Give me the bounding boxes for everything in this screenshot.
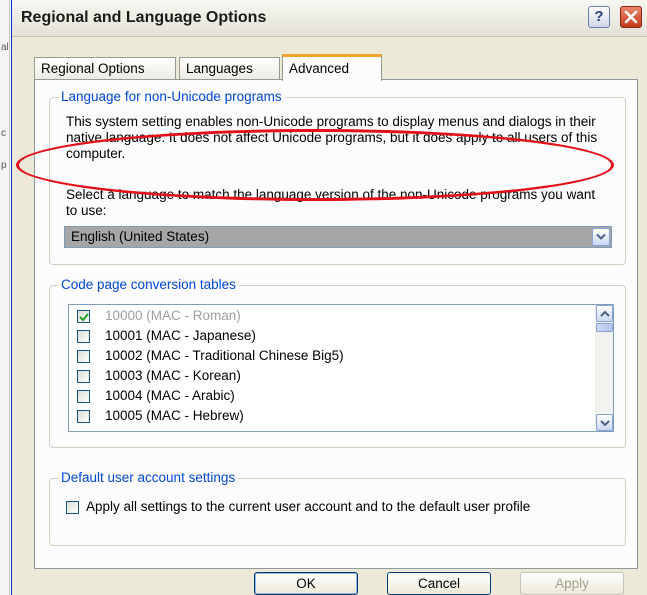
edge-text-3: p	[1, 160, 7, 171]
code-page-checkbox[interactable]	[77, 350, 90, 363]
chevron-down-icon	[600, 420, 610, 427]
code-page-label: 10002 (MAC - Traditional Chinese Big5)	[105, 348, 344, 363]
code-page-label: 10003 (MAC - Korean)	[105, 368, 241, 383]
code-page-checkbox[interactable]	[77, 390, 90, 403]
tab-languages[interactable]: Languages	[179, 57, 280, 79]
code-page-checkbox[interactable]	[77, 410, 90, 423]
code-page-legend: Code page conversion tables	[58, 277, 239, 292]
regional-language-dialog: Regional and Language Options ? Regional…	[11, 0, 647, 595]
code-page-label: 10004 (MAC - Arabic)	[105, 388, 235, 403]
tab-regional-options[interactable]: Regional Options	[34, 57, 176, 79]
code-page-checkbox[interactable]	[77, 330, 90, 343]
code-page-label: 10000 (MAC - Roman)	[105, 308, 241, 323]
chevron-up-icon	[600, 310, 610, 317]
non-unicode-group: Language for non-Unicode programs This s…	[49, 89, 626, 265]
default-account-group: Default user account settings Apply all …	[49, 470, 626, 546]
non-unicode-description: This system setting enables non-Unicode …	[66, 114, 598, 161]
close-button[interactable]	[620, 6, 642, 28]
apply-all-label: Apply all settings to the current user a…	[86, 499, 531, 514]
background-window-edge: al c p	[0, 0, 10, 595]
code-page-label: 10005 (MAC - Hebrew)	[105, 408, 244, 423]
language-dropdown-button[interactable]	[592, 228, 610, 246]
chevron-down-icon	[596, 233, 606, 240]
code-page-label: 10001 (MAC - Japanese)	[105, 328, 256, 343]
apply-all-checkbox[interactable]	[66, 501, 79, 514]
advanced-tab-panel: Language for non-Unicode programs This s…	[34, 79, 638, 569]
language-select-prompt: Select a language to match the language …	[66, 187, 596, 218]
title-bar[interactable]: Regional and Language Options ?	[12, 0, 647, 37]
non-unicode-legend: Language for non-Unicode programs	[58, 89, 285, 104]
code-page-scrollbar[interactable]	[595, 305, 613, 431]
code-page-listbox[interactable]: 10000 (MAC - Roman) 10001 (MAC - Japanes…	[68, 304, 614, 432]
selected-language: English (United States)	[71, 229, 210, 244]
question-mark-icon: ?	[594, 8, 604, 25]
ok-button[interactable]: OK	[254, 572, 358, 595]
edge-text-1: al	[1, 42, 9, 53]
tab-advanced[interactable]: Advanced	[282, 54, 382, 81]
default-account-legend: Default user account settings	[58, 470, 239, 485]
scroll-up-button[interactable]	[596, 305, 613, 322]
close-icon	[624, 10, 638, 24]
edge-text-2: c	[1, 128, 6, 139]
code-page-checkbox-checked[interactable]	[77, 310, 90, 323]
code-page-checkbox[interactable]	[77, 370, 90, 383]
non-unicode-language-select[interactable]: English (United States)	[64, 226, 612, 248]
code-page-group: Code page conversion tables 10000 (MAC -…	[49, 277, 626, 448]
cancel-button[interactable]: Cancel	[387, 572, 491, 595]
checkmark-icon	[79, 313, 89, 322]
window-title: Regional and Language Options	[21, 9, 267, 26]
scroll-down-button[interactable]	[596, 414, 613, 431]
help-button[interactable]: ?	[588, 6, 610, 28]
apply-button[interactable]: Apply	[520, 572, 624, 595]
scroll-thumb[interactable]	[596, 323, 613, 332]
